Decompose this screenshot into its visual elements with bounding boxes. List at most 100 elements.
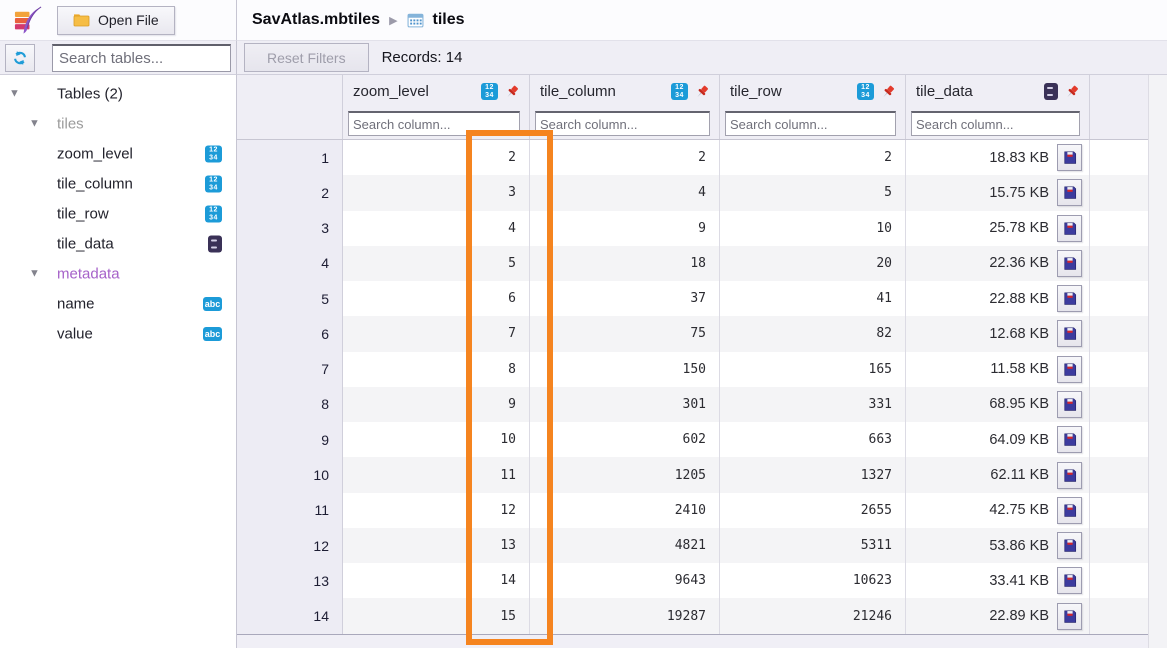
cell-zoom-level[interactable]: 10 [343,422,530,457]
sidebar-item-metadata-table[interactable]: ▼ metadata [0,259,236,289]
row-number[interactable]: 9 [237,422,343,457]
reset-filters-button[interactable]: Reset Filters [244,43,369,72]
cell-tile-row[interactable]: 331 [720,387,906,422]
cell-zoom-level[interactable]: 2 [343,140,530,175]
cell-tile-data[interactable]: 15.75 KB [906,175,1090,210]
cell-tile-column[interactable]: 75 [530,316,720,351]
sidebar-item-tiles-table[interactable]: ▼ tiles [0,109,236,139]
row-number[interactable]: 3 [237,211,343,246]
cell-zoom-level[interactable]: 13 [343,528,530,563]
cell-tile-column[interactable]: 9 [530,211,720,246]
save-blob-button[interactable] [1057,144,1082,171]
cell-tile-data[interactable]: 22.36 KB [906,246,1090,281]
cell-tile-data[interactable]: 11.58 KB [906,352,1090,387]
sidebar-item-tile-column[interactable]: tile_column 1234 [0,169,236,199]
cell-tile-column[interactable]: 18 [530,246,720,281]
cell-zoom-level[interactable]: 11 [343,457,530,492]
cell-tile-data[interactable]: 33.41 KB [906,563,1090,598]
sidebar-item-tile-data[interactable]: tile_data [0,229,236,259]
cell-tile-row[interactable]: 82 [720,316,906,351]
sidebar-item-tables-root[interactable]: ▼ Tables (2) [0,79,236,109]
cell-tile-data[interactable]: 53.86 KB [906,528,1090,563]
cell-tile-row[interactable]: 663 [720,422,906,457]
row-number[interactable]: 11 [237,493,343,528]
save-blob-button[interactable] [1057,603,1082,630]
cell-zoom-level[interactable]: 5 [343,246,530,281]
cell-tile-column[interactable]: 150 [530,352,720,387]
cell-tile-data[interactable]: 12.68 KB [906,316,1090,351]
cell-tile-data[interactable]: 42.75 KB [906,493,1090,528]
row-number[interactable]: 6 [237,316,343,351]
save-blob-button[interactable] [1057,356,1082,383]
collapse-triangle-icon[interactable]: ▼ [29,119,40,130]
cell-tile-row[interactable]: 21246 [720,598,906,633]
save-blob-button[interactable] [1057,462,1082,489]
cell-tile-data[interactable]: 64.09 KB [906,422,1090,457]
row-number[interactable]: 2 [237,175,343,210]
row-number[interactable]: 14 [237,598,343,633]
cell-tile-column[interactable]: 19287 [530,598,720,633]
sidebar-item-zoom-level[interactable]: zoom_level 1234 [0,139,236,169]
cell-tile-row[interactable]: 5 [720,175,906,210]
cell-tile-row[interactable]: 2655 [720,493,906,528]
save-blob-button[interactable] [1057,567,1082,594]
collapse-triangle-icon[interactable]: ▼ [9,89,20,100]
cell-tile-data[interactable]: 68.95 KB [906,387,1090,422]
refresh-tables-button[interactable] [5,44,35,72]
search-column-tile-data-input[interactable] [911,111,1080,136]
vertical-scrollbar[interactable] [1148,75,1167,648]
save-blob-button[interactable] [1057,250,1082,277]
row-number[interactable]: 8 [237,387,343,422]
search-tables-input[interactable] [52,44,231,72]
sidebar-item-value[interactable]: value abc [0,319,236,349]
cell-zoom-level[interactable]: 12 [343,493,530,528]
search-column-tile-column-input[interactable] [535,111,710,136]
cell-tile-data[interactable]: 18.83 KB [906,140,1090,175]
row-number[interactable]: 7 [237,352,343,387]
cell-zoom-level[interactable]: 9 [343,387,530,422]
save-blob-button[interactable] [1057,391,1082,418]
save-blob-button[interactable] [1057,320,1082,347]
column-header-tile-column[interactable]: tile_column 1234 [530,75,720,108]
cell-tile-row[interactable]: 5311 [720,528,906,563]
cell-tile-row[interactable]: 165 [720,352,906,387]
cell-tile-row[interactable]: 20 [720,246,906,281]
cell-tile-row[interactable]: 10 [720,211,906,246]
cell-tile-column[interactable]: 4821 [530,528,720,563]
pin-icon[interactable] [1064,84,1080,100]
cell-zoom-level[interactable]: 8 [343,352,530,387]
save-blob-button[interactable] [1057,179,1082,206]
save-blob-button[interactable] [1057,532,1082,559]
cell-zoom-level[interactable]: 3 [343,175,530,210]
cell-tile-row[interactable]: 41 [720,281,906,316]
row-number[interactable]: 1 [237,140,343,175]
cell-tile-data[interactable]: 25.78 KB [906,211,1090,246]
cell-tile-row[interactable]: 2 [720,140,906,175]
cell-tile-data[interactable]: 62.11 KB [906,457,1090,492]
pin-icon[interactable] [880,84,896,100]
open-file-button[interactable]: Open File [57,6,175,35]
save-blob-button[interactable] [1057,497,1082,524]
cell-tile-column[interactable]: 9643 [530,563,720,598]
sidebar-item-tile-row[interactable]: tile_row 1234 [0,199,236,229]
cell-zoom-level[interactable]: 4 [343,211,530,246]
column-header-tile-row[interactable]: tile_row 1234 [720,75,906,108]
save-blob-button[interactable] [1057,426,1082,453]
cell-tile-column[interactable]: 2410 [530,493,720,528]
row-number[interactable]: 10 [237,457,343,492]
search-column-tile-row-input[interactable] [725,111,896,136]
collapse-triangle-icon[interactable]: ▼ [29,269,40,280]
cell-tile-column[interactable]: 2 [530,140,720,175]
row-number[interactable]: 4 [237,246,343,281]
cell-tile-column[interactable]: 4 [530,175,720,210]
pin-icon[interactable] [504,84,520,100]
save-blob-button[interactable] [1057,285,1082,312]
cell-tile-data[interactable]: 22.89 KB [906,598,1090,633]
save-blob-button[interactable] [1057,215,1082,242]
cell-tile-column[interactable]: 301 [530,387,720,422]
cell-zoom-level[interactable]: 14 [343,563,530,598]
cell-tile-data[interactable]: 22.88 KB [906,281,1090,316]
cell-zoom-level[interactable]: 7 [343,316,530,351]
sidebar-item-name[interactable]: name abc [0,289,236,319]
search-column-zoom-level-input[interactable] [348,111,520,136]
